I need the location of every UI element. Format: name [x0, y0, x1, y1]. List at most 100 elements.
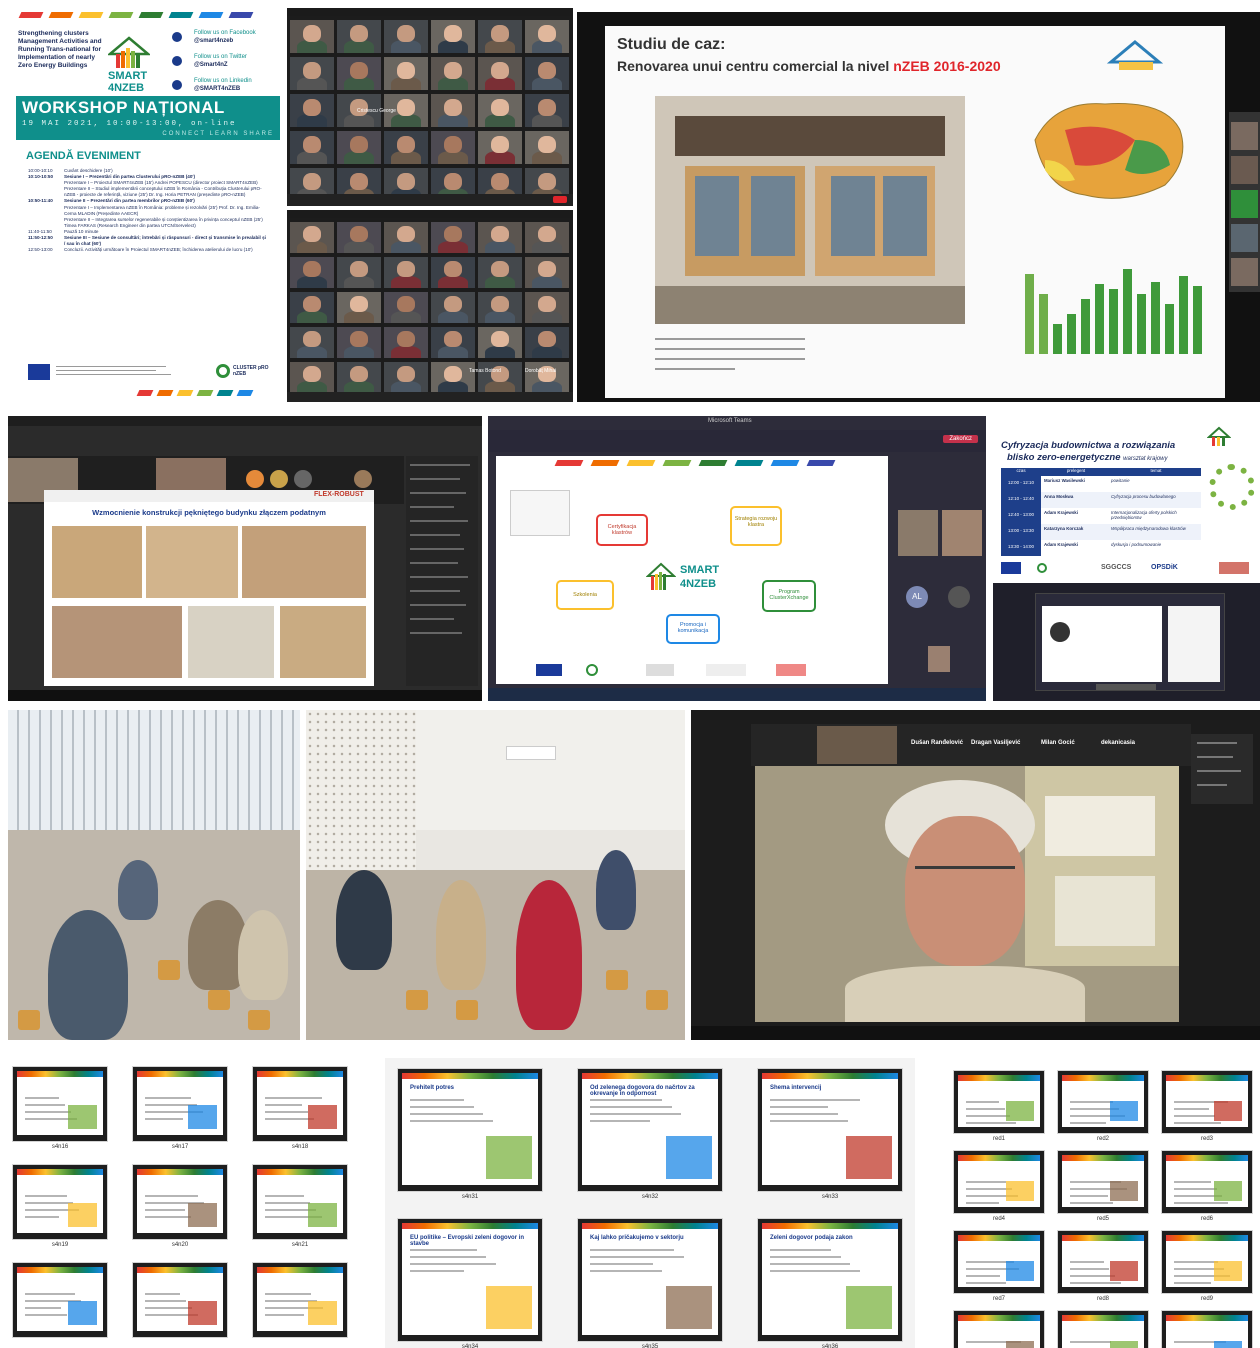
slide-thumbnail[interactable] [12, 1066, 108, 1142]
slide-thumbnail[interactable] [132, 1262, 228, 1338]
video-tile [290, 362, 334, 393]
box-certification: Certyfikacja klastrów [596, 514, 648, 546]
thumbnail-caption: red9 [1200, 1296, 1213, 1302]
facebook-icon [172, 32, 182, 42]
video-tile [337, 257, 381, 288]
slide-thumbnail[interactable] [953, 1070, 1045, 1134]
attendee [336, 870, 392, 970]
video-tile [384, 257, 428, 288]
chart-bar [1039, 294, 1048, 354]
video-tile [525, 131, 569, 164]
slide-thumbnail[interactable]: Od zelenega dogovora do načrtov za okrev… [577, 1068, 723, 1192]
participant-avatar [270, 470, 288, 488]
video-tile [337, 20, 381, 53]
thumbnail-caption: s4n31 [461, 1194, 479, 1200]
video-tile [478, 131, 522, 164]
slide-thumbnail[interactable] [1161, 1070, 1253, 1134]
thumbnail-caption: s4n19 [51, 1242, 69, 1248]
slide-thumbnail[interactable] [953, 1230, 1045, 1294]
video-tile [478, 57, 522, 90]
slide-thumbnail[interactable] [1057, 1150, 1149, 1214]
zoom-title-bar [691, 710, 1260, 720]
slide-heading: Wzmocnienie konstrukcji pękniętego budyn… [92, 508, 326, 517]
slide-thumbnail[interactable] [1057, 1070, 1149, 1134]
chart-bar [1151, 282, 1160, 354]
attendee [238, 910, 288, 1000]
slide-thumbnail[interactable] [1161, 1150, 1253, 1214]
zoom-toolbar [287, 392, 573, 402]
slide-thumbnail[interactable] [1057, 1310, 1149, 1348]
agenda-row: Prezentare I – Implementarea nZEB în Rom… [64, 204, 260, 216]
video-tile [337, 292, 381, 323]
slide-thumbnail[interactable]: Kaj lahko pričakujemo v sektorju [577, 1218, 723, 1342]
project-logo [1105, 38, 1165, 78]
zoom-speaker-view: Dušan Ranđelović Dragan Vasiljević Milan… [691, 710, 1260, 1040]
chart-bar [1123, 269, 1132, 354]
slide-thumbnail[interactable] [132, 1066, 228, 1142]
agenda-subtitle: blisko zero-energetyczne warsztat krajow… [1007, 452, 1168, 463]
box-clusterxchange: Program ClusterXchange [762, 580, 816, 612]
chart-bar [1081, 299, 1090, 354]
slide-thumbnail[interactable] [12, 1164, 108, 1240]
video-tile [431, 94, 475, 127]
video-tile [431, 222, 475, 253]
slide-thumbnail[interactable] [252, 1262, 348, 1338]
video-tile [384, 222, 428, 253]
slide-thumbnail[interactable]: EU politike – Evropski zeleni dogovor in… [397, 1218, 543, 1342]
chart-bar [1095, 284, 1104, 354]
agenda-row: Prezentare II – Studiul implementării co… [64, 186, 262, 198]
building-photo [655, 96, 965, 324]
video-tile [525, 20, 569, 53]
social-facebook[interactable]: Follow us on Facebook @smart4nzeb [172, 30, 282, 54]
video-participants: AL [892, 506, 982, 686]
slide-thumbnail[interactable] [132, 1164, 228, 1240]
slide-thumbnail[interactable]: Prehitelt potres [397, 1068, 543, 1192]
video-tile [384, 362, 428, 393]
energy-bar-chart [1025, 224, 1215, 354]
thumbnail-caption: red2 [1096, 1136, 1109, 1142]
speaker-face [905, 816, 1025, 966]
video-tile [525, 327, 569, 358]
video-tile [337, 57, 381, 90]
leave-button[interactable]: Zakończ [943, 435, 978, 443]
cluster-logo-label: CLUSTER pRO nZEB [233, 365, 269, 377]
video-tile [384, 131, 428, 164]
video-tile [431, 57, 475, 90]
slide-thumbnail[interactable]: Shema intervencij [757, 1068, 903, 1192]
romania-map [1015, 90, 1195, 210]
video-tile [478, 222, 522, 253]
slide-thumbnail[interactable] [12, 1262, 108, 1338]
slide-thumbnails-b: Prehitelt potres s4n31 Od zelenega dogovor… [385, 1058, 915, 1348]
funding-note [56, 364, 176, 380]
social-twitter[interactable]: Follow us on Twitter @Smart4nZ [172, 54, 282, 78]
attendee [118, 860, 158, 920]
slide-thumbnail[interactable] [1057, 1230, 1149, 1294]
attendee [436, 880, 486, 990]
slide-thumbnail[interactable] [252, 1164, 348, 1240]
slide-thumbnail[interactable] [953, 1310, 1045, 1348]
slide-canvas: FLEX-ROBUST Wzmocnienie konstrukcji pękn… [44, 490, 374, 686]
attendee [596, 850, 636, 930]
bottom-logos [536, 662, 866, 678]
zoom-toolbar [287, 194, 573, 206]
polish-crack-slide: FLEX-ROBUST Wzmocnienie konstrukcji pękn… [8, 416, 482, 701]
slide-thumbnail[interactable]: Zeleni dogovor podaja zakon [757, 1218, 903, 1342]
video-tile [384, 57, 428, 90]
slide-thumbnail[interactable] [1161, 1230, 1253, 1294]
thumbnail-caption: red8 [1096, 1296, 1109, 1302]
participant-avatar: AL [906, 586, 928, 608]
participant-name: Milan Gocić [1041, 740, 1075, 746]
agenda-row: 12:10 - 12:40 Anna Moskwa Cyfryzacja proce… [1001, 492, 1201, 508]
leave-button[interactable] [553, 196, 567, 203]
chart-bar [1193, 286, 1202, 354]
video-tile [525, 57, 569, 90]
video-tile [290, 292, 334, 323]
slide-thumbnail[interactable] [252, 1066, 348, 1142]
taskbar [8, 690, 482, 701]
cluster-wheel-icon [1209, 464, 1255, 510]
slide-thumbnail[interactable] [953, 1150, 1045, 1214]
agenda-row: 13:30 - 14:00 Adam Krajewski dyskusja i po… [1001, 540, 1201, 556]
logo-4nzeb: 4NZEB [108, 82, 145, 94]
slide-title-line1: Studiu de caz: [617, 36, 726, 53]
slide-thumbnail[interactable] [1161, 1310, 1253, 1348]
